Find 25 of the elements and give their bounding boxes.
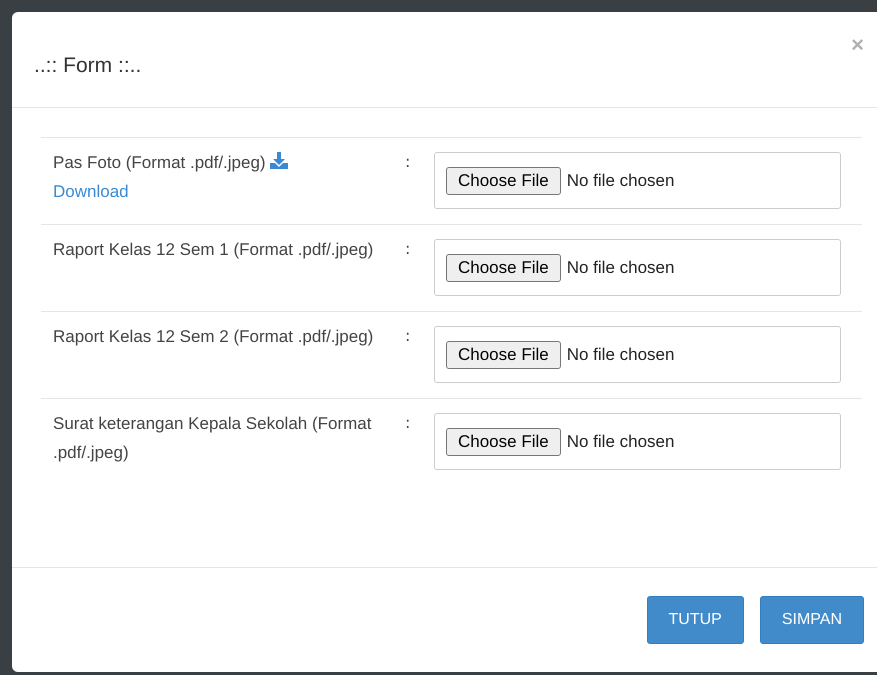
choose-file-button[interactable]: Choose File bbox=[446, 340, 561, 368]
file-input-field[interactable]: Choose File No file chosen bbox=[434, 239, 841, 296]
field-label: Pas Foto (Format .pdf/.jpeg) Download bbox=[53, 148, 405, 210]
file-status: No file chosen bbox=[566, 432, 674, 452]
file-input-field[interactable]: Choose File No file chosen bbox=[434, 413, 841, 470]
save-button[interactable]: SIMPAN bbox=[760, 596, 864, 644]
choose-file-button[interactable]: Choose File bbox=[446, 166, 561, 194]
field-label: Raport Kelas 12 Sem 1 (Format .pdf/.jpeg) bbox=[53, 239, 374, 261]
download-icon[interactable] bbox=[270, 152, 288, 169]
file-status: No file chosen bbox=[566, 258, 674, 278]
choose-file-button[interactable]: Choose File bbox=[446, 254, 561, 282]
field-label: Raport Kelas 12 Sem 2 (Format .pdf/.jpeg) bbox=[53, 326, 374, 348]
close-dialog-button[interactable]: TUTUP bbox=[646, 596, 744, 644]
file-status: No file chosen bbox=[566, 344, 674, 364]
file-input-field[interactable]: Choose File No file chosen bbox=[434, 326, 841, 383]
colon-separator: : bbox=[405, 326, 410, 345]
file-status: No file chosen bbox=[566, 170, 674, 190]
colon-separator: : bbox=[405, 413, 410, 432]
colon-separator: : bbox=[405, 152, 410, 171]
colon-separator: : bbox=[405, 239, 410, 258]
field-label: Surat keterangan Kepala Sekolah (Format .pdf/.jpeg) bbox=[53, 413, 372, 464]
file-input-field[interactable]: Choose File No file chosen bbox=[434, 152, 841, 209]
dialog-title: ..:: Form ::.. bbox=[34, 54, 142, 78]
choose-file-button[interactable]: Choose File bbox=[446, 428, 561, 456]
download-link[interactable]: Download bbox=[53, 182, 129, 201]
